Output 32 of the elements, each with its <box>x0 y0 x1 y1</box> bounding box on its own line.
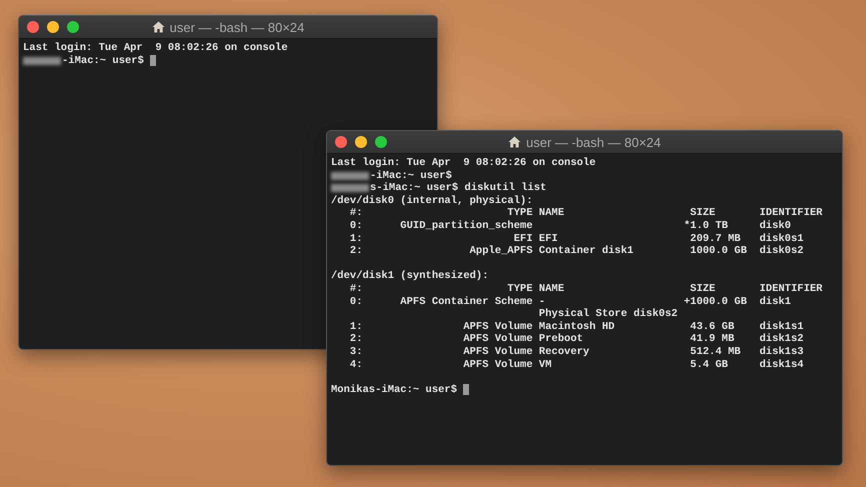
house-icon <box>508 136 522 148</box>
terminal-line: 2: Apple_APFS Container disk1 1000.0 GB disk0s2 <box>348 245 804 258</box>
terminal-line: #: TYPE NAME SIZE IDENTIFIER <box>348 282 822 296</box>
minimize-button[interactable] <box>47 21 59 33</box>
terminal-line: Monikas-iMac:~ user$ <box>331 384 458 396</box>
terminal-line: 1: APFS Volume Macintosh HD 43.6 GB disk1s1 <box>348 320 804 333</box>
window-title: user — -bash — 80×24 <box>526 134 661 150</box>
terminal-line: Physical Store disk0s2 <box>538 308 678 321</box>
terminal-line: #: TYPE NAME SIZE IDENTIFIER <box>348 207 822 220</box>
zoom-button[interactable] <box>67 21 79 33</box>
terminal-line: -iMac:~ user$ <box>62 54 145 68</box>
window-title: user — -bash — 80×24 <box>170 20 304 34</box>
terminal-line: /dev/disk0 (internal, physical): <box>331 194 533 208</box>
terminal-line: 0: APFS Container Scheme - +1000.0 GB disk1 <box>348 296 791 308</box>
terminal-line: Last login: Tue Apr 9 08:02:26 on console <box>331 157 596 170</box>
zoom-button[interactable] <box>375 136 387 148</box>
close-button[interactable] <box>335 136 347 148</box>
terminal-line: 1: EFI EFI 209.7 MB disk0s1 <box>348 232 804 245</box>
terminal-line: -iMac:~ user$ <box>370 170 452 182</box>
minimize-button[interactable] <box>355 136 367 148</box>
terminal-line: 2: APFS Volume Preboot 41.9 MB disk1s2 <box>348 333 804 346</box>
terminal-line: 4: APFS Volume VM 5.4 GB disk1s4 <box>348 358 804 372</box>
house-icon <box>152 21 165 33</box>
blurred-username <box>331 172 369 180</box>
close-button[interactable] <box>27 21 39 33</box>
blurred-username <box>23 56 61 65</box>
blurred-username <box>331 184 369 192</box>
terminal-line: s-iMac:~ user$ diskutil list <box>370 182 546 195</box>
terminal-line: Last login: Tue Apr 9 08:02:26 on console <box>23 42 288 55</box>
terminal-line: 0: GUID_partition_scheme *1.0 TB disk0 <box>348 220 791 233</box>
terminal-line: /dev/disk1 (synthesized): <box>331 270 489 283</box>
terminal-line: 3: APFS Volume Recovery 512.4 MB disk1s3 <box>348 346 804 358</box>
